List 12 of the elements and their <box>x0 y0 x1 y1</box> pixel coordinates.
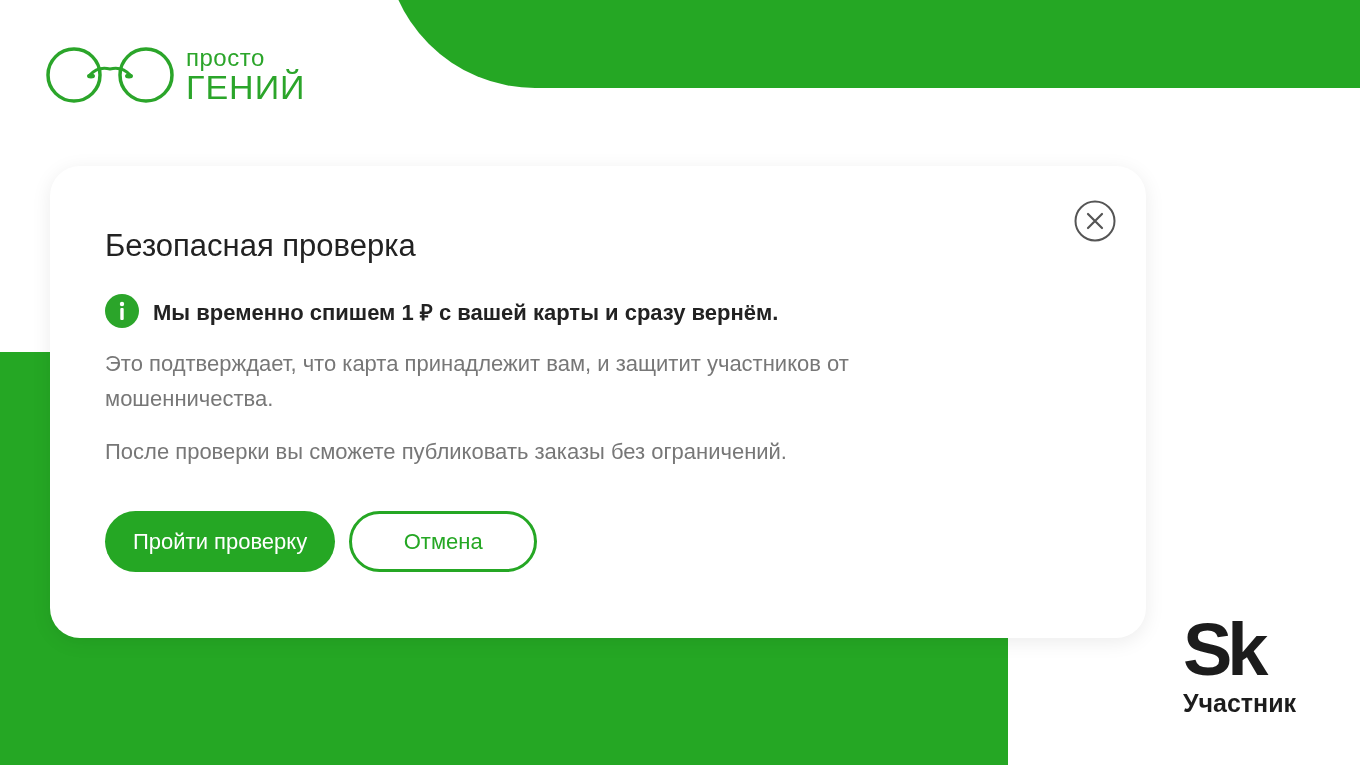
description-text: Это подтверждает, что карта принадлежит вам, и защитит участников от мошенничества. <box>105 350 850 413</box>
partner-caption: Участник <box>1183 689 1297 719</box>
cancel-button[interactable]: Отмена <box>349 511 538 572</box>
logo-text: ГЕНИЙ <box>186 70 306 104</box>
partner-logo: Sk <box>1183 615 1266 686</box>
close-icon[interactable] <box>1074 200 1116 242</box>
dialog-title: Безопасная проверка <box>105 228 416 264</box>
confirm-button[interactable]: Пройти проверку <box>105 511 336 572</box>
description-text: После проверки вы сможете публиковать заказы без ограничений. <box>105 438 788 466</box>
logo-text: просто <box>186 46 265 70</box>
info-icon <box>105 294 139 328</box>
notice-text: Мы временно спишем 1 ₽ с вашей карты и сразу вернём. <box>153 299 779 326</box>
